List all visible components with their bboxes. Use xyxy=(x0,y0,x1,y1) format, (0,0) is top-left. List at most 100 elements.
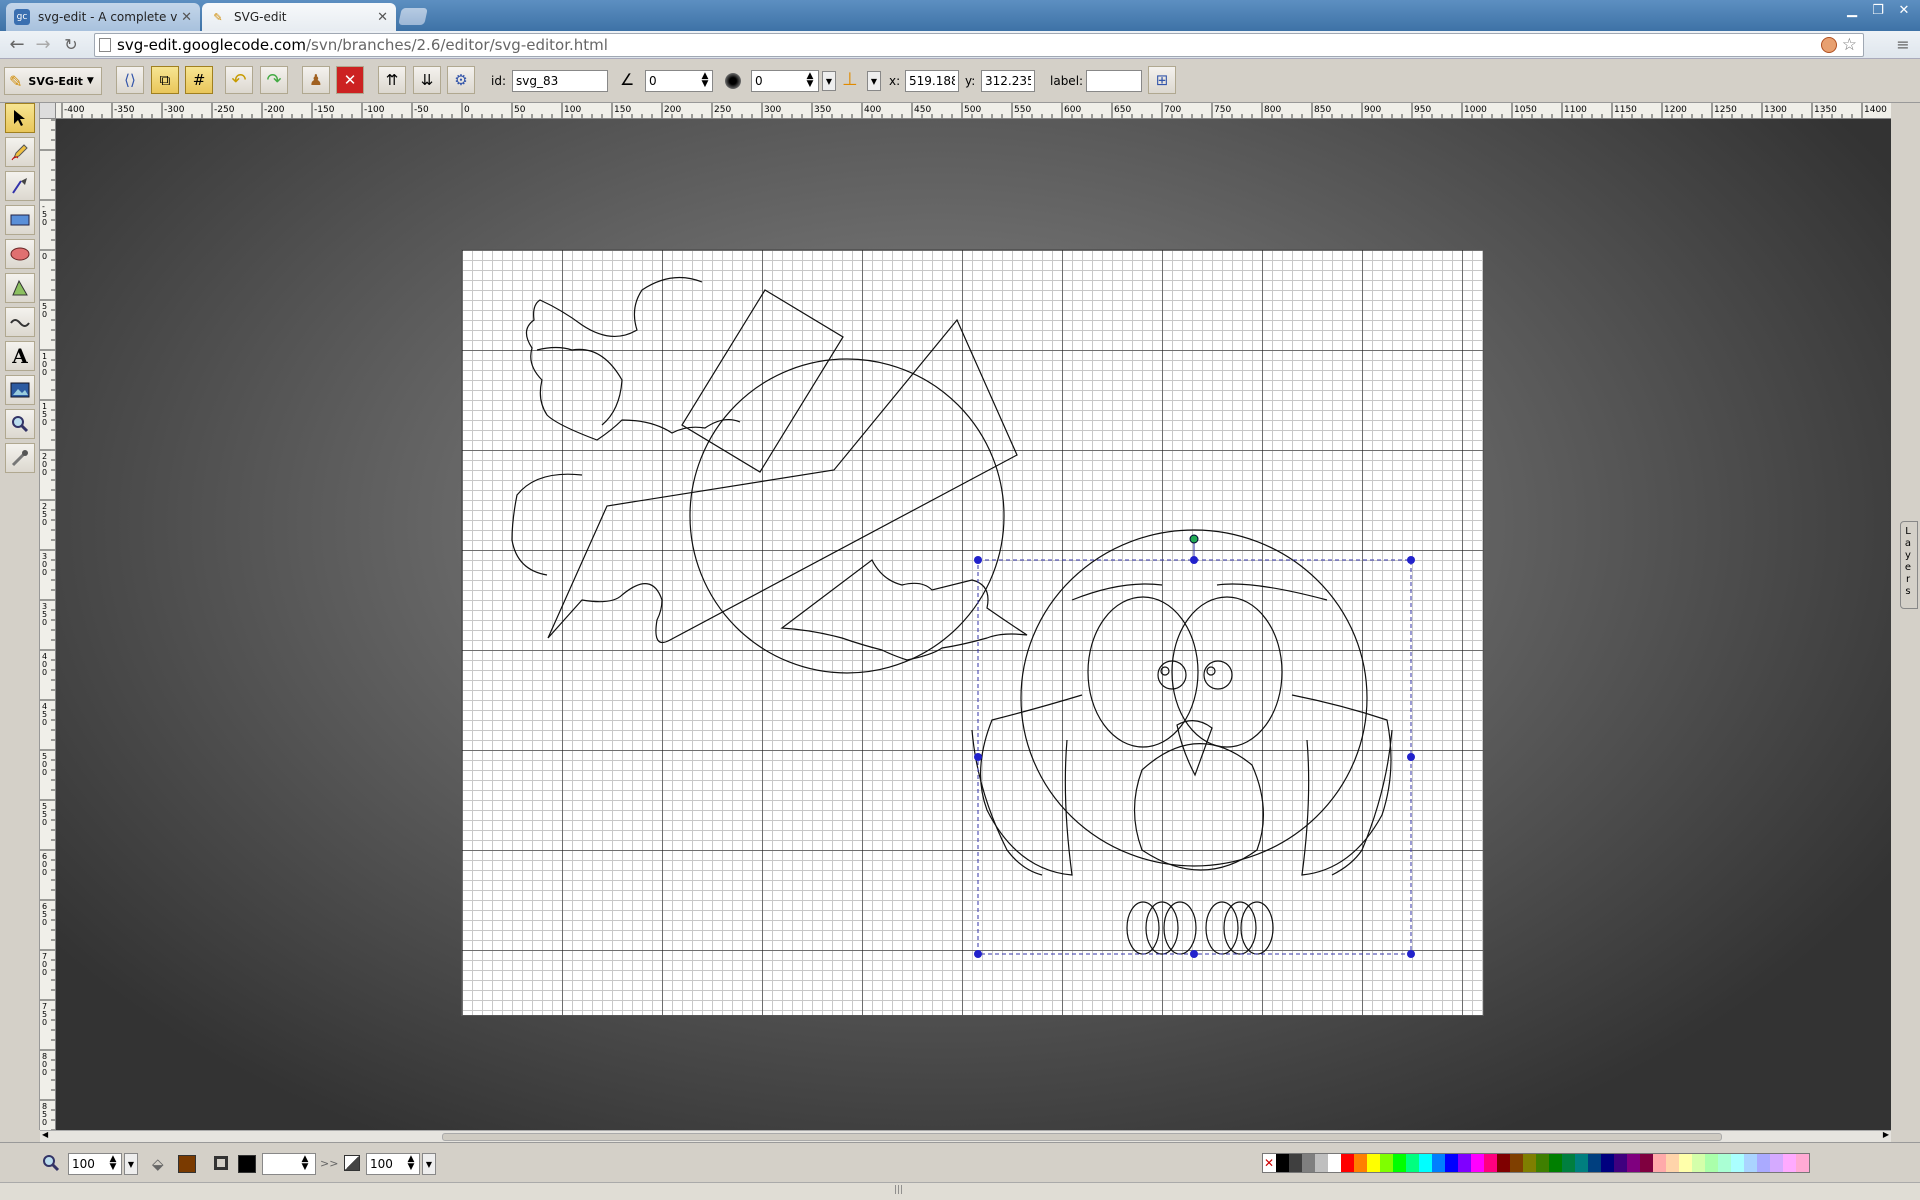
palette-swatch[interactable] xyxy=(1484,1154,1497,1172)
undo-button[interactable]: ↶ xyxy=(225,66,253,94)
opacity-dropdown-button[interactable]: ▼ xyxy=(422,1153,436,1175)
close-tab-icon[interactable]: ✕ xyxy=(181,10,192,25)
selection-box[interactable] xyxy=(974,534,1415,958)
rotated-rectangle[interactable] xyxy=(681,289,844,473)
resize-handle-n[interactable] xyxy=(1190,556,1198,564)
app-menu-button[interactable]: ✎ SVG-Edit ▼ xyxy=(4,67,102,95)
palette-swatch[interactable] xyxy=(1354,1154,1367,1172)
work-area[interactable] xyxy=(56,119,1891,1130)
owl-group[interactable] xyxy=(971,529,1393,955)
move-to-bottom-button[interactable]: ⇊ xyxy=(413,66,441,94)
redo-button[interactable]: ↷ xyxy=(260,66,288,94)
pencil-tool-button[interactable] xyxy=(5,137,35,167)
owl-left-wing[interactable] xyxy=(980,694,1083,876)
palette-swatch[interactable] xyxy=(1640,1154,1653,1172)
link-image-button[interactable]: ⚙ xyxy=(447,66,475,94)
resize-handle-se[interactable] xyxy=(1407,950,1415,958)
palette-swatch[interactable] xyxy=(1549,1154,1562,1172)
more-options-button[interactable]: >> xyxy=(320,1157,338,1170)
scroll-right-arrow[interactable]: ▶ xyxy=(1883,1130,1889,1139)
address-bar[interactable]: svg-edit.googlecode.com/svn/branches/2.6… xyxy=(94,33,1864,57)
palette-swatch[interactable] xyxy=(1770,1154,1783,1172)
freehand-path[interactable] xyxy=(536,346,623,426)
palette-swatch[interactable] xyxy=(1471,1154,1484,1172)
polygon-shape[interactable] xyxy=(547,318,1018,644)
rectangle-tool-button[interactable] xyxy=(5,205,35,235)
palette-swatch[interactable] xyxy=(1562,1154,1575,1172)
freehand-path[interactable] xyxy=(511,473,583,576)
image-tool-button[interactable] xyxy=(5,375,35,405)
palette-swatch[interactable] xyxy=(1289,1154,1302,1172)
drawing-canvas[interactable] xyxy=(461,249,1484,1016)
fill-color-swatch[interactable] xyxy=(178,1155,196,1173)
palette-swatch[interactable] xyxy=(1302,1154,1315,1172)
palette-swatch[interactable] xyxy=(1445,1154,1458,1172)
palette-swatch[interactable] xyxy=(1588,1154,1601,1172)
freehand-path[interactable] xyxy=(525,276,741,441)
owl-right-eye[interactable] xyxy=(1171,596,1283,748)
palette-swatch[interactable] xyxy=(1705,1154,1718,1172)
palette-swatch[interactable] xyxy=(1276,1154,1289,1172)
ellipse-tool-button[interactable] xyxy=(5,239,35,269)
path-tool-button[interactable] xyxy=(5,273,35,303)
delete-button[interactable]: ✕ xyxy=(336,66,364,94)
new-tab-button[interactable] xyxy=(398,8,428,25)
bat-path[interactable] xyxy=(780,559,1028,661)
palette-swatch[interactable] xyxy=(1315,1154,1328,1172)
restore-icon[interactable]: ❐ xyxy=(1866,2,1890,20)
blur-spinner[interactable]: ▲ ▼ xyxy=(805,72,815,89)
resize-handle-s[interactable] xyxy=(1190,950,1198,958)
resize-handle-sw[interactable] xyxy=(974,950,982,958)
palette-swatch[interactable] xyxy=(1510,1154,1523,1172)
align-dropdown-button[interactable]: ▼ xyxy=(867,71,881,91)
clone-button[interactable]: ♟ xyxy=(302,66,330,94)
zoom-tool-button[interactable] xyxy=(5,409,35,439)
wrench-menu-icon[interactable]: ≡ xyxy=(1892,34,1914,56)
palette-swatch[interactable] xyxy=(1653,1154,1666,1172)
palette-swatch[interactable] xyxy=(1536,1154,1549,1172)
palette-swatch[interactable] xyxy=(1328,1154,1341,1172)
blocked-popup-icon[interactable] xyxy=(1821,37,1837,53)
back-arrow-icon[interactable]: ← xyxy=(6,34,28,56)
x-input[interactable] xyxy=(905,70,959,92)
line-tool-button[interactable] xyxy=(5,171,35,201)
palette-none-swatch[interactable]: ✕ xyxy=(1263,1154,1276,1172)
opacity-spinner[interactable]: ▲ ▼ xyxy=(406,1155,416,1172)
eyedropper-tool-button[interactable] xyxy=(5,443,35,473)
minimize-icon[interactable]: ▁ xyxy=(1840,2,1864,20)
wireframe-mode-button[interactable]: ⟨⟩ xyxy=(116,66,144,94)
select-tool-button[interactable] xyxy=(5,103,35,133)
palette-swatch[interactable] xyxy=(1367,1154,1380,1172)
grid-toggle-button[interactable]: # xyxy=(185,66,213,94)
bookmark-star-icon[interactable]: ☆ xyxy=(1842,34,1857,56)
horizontal-scrollbar[interactable]: ◀ ▶ xyxy=(40,1130,1891,1142)
palette-swatch[interactable] xyxy=(1601,1154,1614,1172)
source-editor-button[interactable]: ⧉ xyxy=(151,66,179,94)
drawing-svg[interactable] xyxy=(462,250,1485,1017)
zoom-spinner[interactable]: ▲ ▼ xyxy=(108,1155,118,1172)
id-input[interactable] xyxy=(512,70,608,92)
text-tool-button[interactable]: A xyxy=(5,341,35,371)
shape-library-button[interactable] xyxy=(5,307,35,337)
zoom-dropdown-button[interactable]: ▼ xyxy=(124,1153,138,1175)
blur-dropdown-button[interactable]: ▼ xyxy=(822,71,836,91)
align-icon[interactable]: ⊥ xyxy=(842,69,858,90)
palette-swatch[interactable] xyxy=(1627,1154,1640,1172)
palette-swatch[interactable] xyxy=(1744,1154,1757,1172)
resize-handle-w[interactable] xyxy=(974,753,982,761)
palette-swatch[interactable] xyxy=(1718,1154,1731,1172)
palette-swatch[interactable] xyxy=(1523,1154,1536,1172)
palette-swatch[interactable] xyxy=(1497,1154,1510,1172)
palette-swatch[interactable] xyxy=(1614,1154,1627,1172)
color-palette[interactable]: ✕ xyxy=(1262,1153,1810,1173)
palette-swatch[interactable] xyxy=(1380,1154,1393,1172)
scrollbar-thumb[interactable] xyxy=(442,1133,1722,1141)
browser-tab-svg-edit-project[interactable]: gc svg-edit - A complete vec ✕ xyxy=(6,3,200,31)
palette-swatch[interactable] xyxy=(1783,1154,1796,1172)
owl-left-eye[interactable] xyxy=(1087,596,1199,748)
palette-swatch[interactable] xyxy=(1341,1154,1354,1172)
group-button[interactable]: ⊞ xyxy=(1148,66,1176,94)
palette-swatch[interactable] xyxy=(1757,1154,1770,1172)
palette-swatch[interactable] xyxy=(1393,1154,1406,1172)
palette-swatch[interactable] xyxy=(1666,1154,1679,1172)
